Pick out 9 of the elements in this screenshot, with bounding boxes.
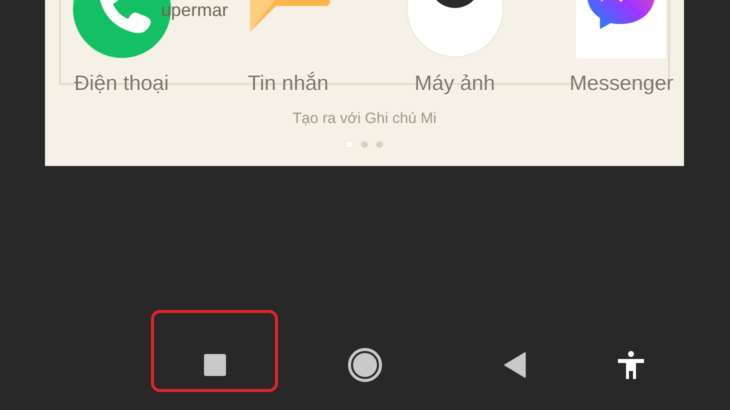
app-label[interactable]: Máy ảnh: [414, 72, 496, 96]
app-label[interactable]: Messenger: [570, 72, 674, 96]
square-icon: [204, 354, 226, 376]
home-circle-icon: [348, 348, 382, 382]
app-label[interactable]: Tin nhắn: [248, 72, 329, 96]
recents-button[interactable]: [151, 310, 278, 392]
back-icon: [504, 352, 526, 378]
app-label[interactable]: Điện thoại: [74, 72, 169, 96]
widget-caption: Tạo ra với Ghi chú Mi: [291, 110, 438, 127]
